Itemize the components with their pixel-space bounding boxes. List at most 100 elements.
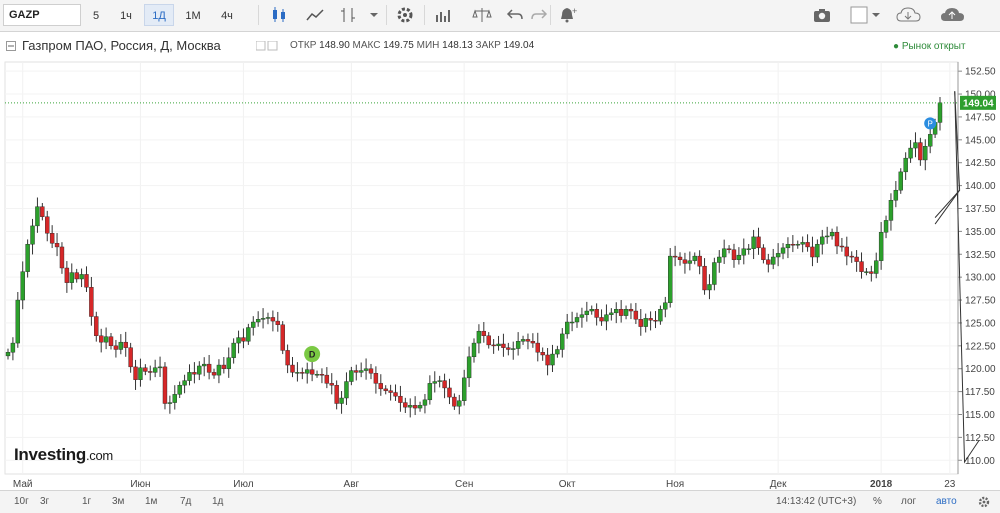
interval-3-button[interactable]: 1М bbox=[178, 4, 208, 26]
y-tick-label: 125.00 bbox=[965, 318, 996, 329]
y-tick-label: 137.50 bbox=[965, 204, 996, 215]
candle-body bbox=[422, 399, 428, 406]
candle-body bbox=[501, 343, 506, 348]
candle-body bbox=[604, 314, 609, 322]
y-tick-label: 152.50 bbox=[965, 67, 996, 78]
indicators-icon[interactable] bbox=[340, 6, 358, 24]
candle-body bbox=[388, 390, 393, 393]
candle-body bbox=[461, 377, 467, 401]
candle-body bbox=[579, 314, 585, 318]
close-value: 149.04 bbox=[503, 40, 535, 51]
legend-settings-icon[interactable] bbox=[256, 41, 286, 51]
candle-body bbox=[731, 249, 737, 260]
alert-icon[interactable]: + bbox=[558, 6, 578, 24]
candle-body bbox=[221, 364, 227, 369]
candle-body bbox=[908, 147, 913, 159]
interval-2-button[interactable]: 1Д bbox=[144, 4, 174, 26]
candle-body bbox=[491, 344, 496, 347]
candle-body bbox=[177, 384, 182, 395]
candle-body bbox=[511, 348, 516, 350]
candle-body bbox=[270, 317, 276, 322]
redo-icon[interactable] bbox=[530, 6, 548, 24]
candle-body bbox=[216, 364, 222, 376]
candle-body bbox=[898, 171, 903, 191]
candle-body bbox=[530, 341, 536, 344]
candle-body bbox=[383, 388, 388, 391]
candle-body bbox=[609, 312, 614, 315]
auto-toggle[interactable]: авто bbox=[936, 496, 957, 507]
trendline-drawing bbox=[934, 189, 961, 225]
gear-icon[interactable] bbox=[978, 496, 990, 508]
dropdown-icon[interactable] bbox=[368, 6, 380, 24]
candle-body bbox=[682, 259, 688, 264]
candle-body bbox=[432, 381, 437, 384]
candle-body bbox=[290, 364, 295, 373]
symbol-input[interactable]: GAZP bbox=[3, 4, 81, 26]
undo-icon[interactable] bbox=[506, 6, 524, 24]
percent-toggle[interactable]: % bbox=[873, 496, 882, 507]
toolbar-separator bbox=[258, 5, 259, 25]
candle-body bbox=[30, 225, 35, 245]
cloud-upload-icon[interactable] bbox=[940, 6, 966, 24]
candle-body bbox=[623, 309, 629, 316]
candle-body bbox=[923, 146, 928, 161]
x-tick-label: Июн bbox=[130, 479, 150, 490]
chart-title: Газпром ПАО, Россия, Д, Москва bbox=[22, 38, 221, 53]
interval-0-button[interactable]: 5 bbox=[84, 4, 108, 26]
range-3-button[interactable]: 3м bbox=[112, 496, 124, 507]
candle-body bbox=[260, 318, 266, 320]
settings-icon[interactable] bbox=[396, 6, 414, 24]
candle-body bbox=[878, 232, 884, 261]
y-tick-label: 147.50 bbox=[965, 112, 996, 123]
candle-body bbox=[525, 339, 531, 342]
balance-icon[interactable] bbox=[472, 6, 492, 24]
interval-1-button[interactable]: 1ч bbox=[112, 4, 140, 26]
candle-body bbox=[108, 336, 114, 347]
color-icon[interactable] bbox=[850, 6, 882, 24]
cloud-download-icon[interactable] bbox=[896, 6, 922, 24]
candle-body bbox=[869, 271, 874, 274]
candle-body bbox=[442, 380, 447, 389]
candle-body bbox=[697, 255, 702, 267]
range-4-button[interactable]: 1м bbox=[145, 496, 157, 507]
candle-body bbox=[398, 395, 403, 403]
compare-icon[interactable] bbox=[434, 6, 454, 24]
candle-body bbox=[148, 371, 153, 373]
candles-icon[interactable] bbox=[270, 6, 288, 24]
high-label: МАКС bbox=[352, 40, 381, 51]
candle-body bbox=[751, 236, 756, 249]
candle-body bbox=[408, 405, 413, 408]
report-marker bbox=[924, 117, 937, 130]
plot-frame bbox=[4, 61, 959, 475]
candle-body bbox=[466, 356, 472, 379]
candle-body bbox=[540, 352, 545, 356]
range-1-button[interactable]: 3г bbox=[40, 496, 49, 507]
range-0-button[interactable]: 10г bbox=[14, 496, 29, 507]
camera-icon[interactable] bbox=[812, 6, 832, 24]
candle-body bbox=[412, 405, 418, 409]
candle-body bbox=[839, 245, 845, 248]
y-tick-label: 115.00 bbox=[965, 410, 995, 421]
candle-body bbox=[672, 255, 678, 258]
range-6-button[interactable]: 1д bbox=[212, 496, 223, 507]
candle-body bbox=[226, 357, 231, 369]
y-tick-label: 145.00 bbox=[965, 135, 996, 146]
candle-body bbox=[128, 347, 133, 368]
log-toggle[interactable]: лог bbox=[901, 496, 916, 507]
collapse-icon[interactable] bbox=[6, 41, 16, 51]
candle-body bbox=[761, 247, 766, 260]
x-tick-label: 23 bbox=[944, 479, 956, 490]
candle-body bbox=[834, 232, 840, 247]
y-tick-label: 122.50 bbox=[965, 341, 996, 352]
interval-4-button[interactable]: 4ч bbox=[212, 4, 242, 26]
candle-body bbox=[702, 265, 707, 291]
range-2-button[interactable]: 1г bbox=[82, 496, 91, 507]
line-chart-icon[interactable] bbox=[306, 6, 324, 24]
x-tick-label: Ноя bbox=[666, 479, 684, 490]
candle-body bbox=[59, 246, 65, 269]
candle-body bbox=[202, 363, 207, 367]
range-5-button[interactable]: 7д bbox=[180, 496, 191, 507]
candle-body bbox=[457, 400, 462, 407]
candle-body bbox=[712, 262, 717, 285]
candle-body bbox=[937, 102, 943, 123]
